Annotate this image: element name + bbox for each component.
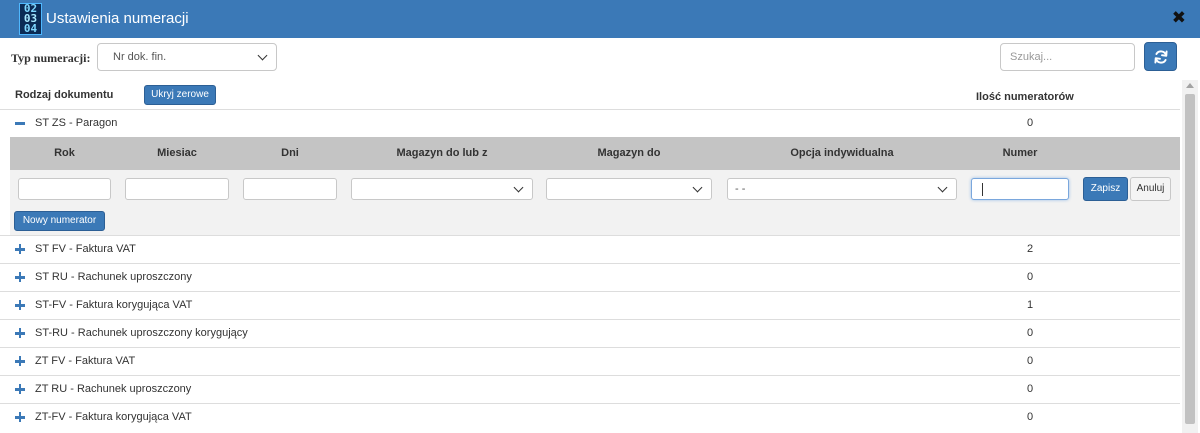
close-icon[interactable]: ✖ <box>1172 8 1186 28</box>
expand-plus-icon[interactable] <box>15 412 25 422</box>
numbering-type-select[interactable]: Nr dok. fin. <box>97 43 277 71</box>
document-type-header: Rodzaj dokumentu <box>15 89 114 101</box>
table-row[interactable]: ST RU - Rachunek uproszczony 0 <box>0 263 1180 291</box>
new-counter-button[interactable]: Nowy numerator <box>14 211 105 231</box>
counter-subtable: Rok Miesiac Dni Magazyn do lub z Magazyn… <box>10 137 1180 235</box>
chevron-down-icon <box>693 179 703 199</box>
warehouse-to-or-from-select[interactable] <box>351 178 533 200</box>
row-label: ZT RU - Rachunek uproszczony <box>35 383 192 395</box>
cancel-button[interactable]: Anuluj <box>1130 177 1171 201</box>
table-row[interactable]: ST-RU - Rachunek uproszczony korygujący … <box>0 319 1180 347</box>
month-input[interactable] <box>125 178 229 200</box>
warehouse-to-select[interactable] <box>546 178 712 200</box>
days-input[interactable] <box>243 178 337 200</box>
column-warehouse-to: Magazyn do <box>597 147 661 159</box>
year-input[interactable] <box>18 178 111 200</box>
scroll-thumb[interactable] <box>1185 94 1195 424</box>
refresh-button[interactable] <box>1144 42 1177 71</box>
collapse-minus-icon[interactable] <box>15 118 25 128</box>
row-count: 0 <box>1026 117 1034 129</box>
app-icon-digit: 04 <box>23 22 38 35</box>
hide-zero-button[interactable]: Ukryj zerowe <box>144 85 216 105</box>
individual-option-select[interactable]: - - <box>727 178 957 200</box>
table-row[interactable]: ZT-FV - Faktura korygująca VAT 0 <box>0 403 1180 431</box>
individual-option-value: - - <box>735 183 746 195</box>
table-row[interactable]: ST FV - Faktura VAT 2 <box>0 235 1180 263</box>
scroll-up-arrow-icon[interactable] <box>1186 83 1194 88</box>
search-input[interactable] <box>1000 43 1135 71</box>
row-label: ST ZS - Paragon <box>35 117 118 129</box>
row-count: 1 <box>1026 299 1034 311</box>
column-number: Numer <box>1002 147 1038 159</box>
row-count: 2 <box>1026 243 1034 255</box>
chevron-down-icon <box>938 179 948 199</box>
row-label: ST-RU - Rachunek uproszczony korygujący <box>35 327 248 339</box>
table-row[interactable]: ST-FV - Faktura korygująca VAT 1 <box>0 291 1180 319</box>
table-header: Rodzaj dokumentu Ukryj zerowe Ilość nume… <box>0 82 1180 109</box>
save-button[interactable]: Zapisz <box>1083 177 1128 201</box>
row-count: 0 <box>1026 271 1034 283</box>
table-row[interactable]: ZT RU - Rachunek uproszczony 0 <box>0 375 1180 403</box>
column-year: Rok <box>54 147 75 159</box>
row-label: ST RU - Rachunek uproszczony <box>35 271 192 283</box>
expand-plus-icon[interactable] <box>15 272 25 282</box>
counter-count-header: Ilość numeratorów <box>976 91 1074 103</box>
column-warehouse-to-or-from: Magazyn do lub z <box>396 147 488 159</box>
row-label: ST-FV - Faktura korygująca VAT <box>35 299 193 311</box>
vertical-scrollbar[interactable] <box>1182 80 1198 433</box>
row-count: 0 <box>1026 355 1034 367</box>
chevron-down-icon <box>514 179 524 199</box>
refresh-icon <box>1154 50 1168 64</box>
table-row-expanded[interactable]: ST ZS - Paragon 0 <box>0 109 1180 137</box>
row-count: 0 <box>1026 383 1034 395</box>
column-month: Miesiac <box>157 147 197 159</box>
column-individual-option: Opcja indywidualna <box>790 147 894 159</box>
column-days: Dni <box>281 147 299 159</box>
row-count: 0 <box>1026 327 1034 339</box>
expand-plus-icon[interactable] <box>15 244 25 254</box>
subtable-header: Rok Miesiac Dni Magazyn do lub z Magazyn… <box>10 137 1180 170</box>
numbering-app-icon: 02 03 04 <box>19 3 42 35</box>
numbering-type-label: Typ numeracji: <box>11 51 91 65</box>
title-bar: 02 03 04 Ustawienia numeracji ✖ <box>0 0 1200 38</box>
row-label: ST FV - Faktura VAT <box>35 243 136 255</box>
text-cursor <box>982 183 983 196</box>
expand-plus-icon[interactable] <box>15 356 25 366</box>
numbering-type-value: Nr dok. fin. <box>113 51 167 63</box>
row-label: ZT FV - Faktura VAT <box>35 355 136 367</box>
expand-plus-icon[interactable] <box>15 328 25 338</box>
row-label: ZT-FV - Faktura korygująca VAT <box>35 411 192 423</box>
number-input[interactable] <box>971 178 1069 200</box>
window-title: Ustawienia numeracji <box>46 10 189 27</box>
expand-plus-icon[interactable] <box>15 300 25 310</box>
table-row[interactable]: ZT FV - Faktura VAT 0 <box>0 347 1180 375</box>
expand-plus-icon[interactable] <box>15 384 25 394</box>
row-count: 0 <box>1026 411 1034 423</box>
chevron-down-icon <box>258 44 268 70</box>
